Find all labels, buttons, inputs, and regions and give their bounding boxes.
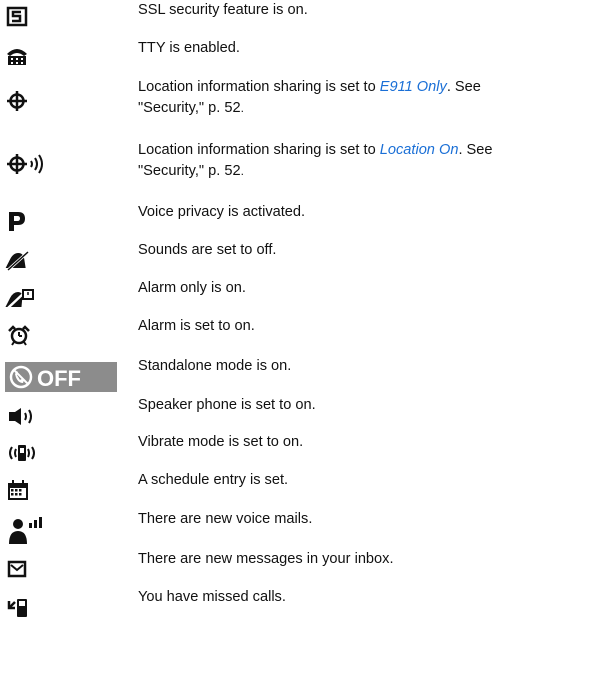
tty-description: TTY is enabled. [138,40,240,56]
speaker-phone-icon [5,405,49,437]
security-page-reference[interactable]: "Security," p. 52 [138,163,241,179]
location-on-link[interactable]: Location On [380,142,459,158]
ssl-description: SSL security feature is on. [138,2,308,18]
location-on-text-end: . [240,164,244,178]
ssl-icon [5,4,49,36]
alarm-on-description: Alarm is set to on. [138,318,255,334]
alarm-on-icon [5,325,49,357]
calendar-description: A schedule entry is set. [138,472,289,488]
voice-mail-icon [5,514,49,550]
speaker-description: Speaker phone is set to on. [138,397,316,413]
missed-calls-description: You have missed calls. [138,589,286,605]
location-on-text-pre: Location information sharing is set to [138,142,380,158]
location-e911-description: Location information sharing is set to E… [138,77,583,119]
calendar-icon [5,479,49,511]
location-e911-icon [5,89,49,121]
vibrate-description: Vibrate mode is set to on. [138,434,304,450]
vibrate-icon [5,442,49,474]
security-page-reference[interactable]: "Security," p. 52 [138,100,241,116]
standalone-description: Standalone mode is on. [138,358,292,374]
sounds-off-description: Sounds are set to off. [138,242,277,258]
missed-calls-icon [5,596,49,628]
message-description: There are new messages in your inbox. [138,551,394,567]
location-on-text-mid: . See [458,142,493,158]
standalone-off-icon: OFF [5,362,117,392]
location-e911-text-mid: . See [446,79,481,95]
tty-icon [5,44,49,76]
e911-only-link[interactable]: E911 Only [380,79,447,95]
voice-privacy-description: Voice privacy is activated. [138,204,306,220]
message-icon [5,558,49,590]
location-e911-text-pre: Location information sharing is set to [138,79,380,95]
location-on-icon [5,152,49,184]
voice-mail-description: There are new voice mails. [138,511,313,527]
sounds-off-icon [5,249,49,281]
location-on-description: Location information sharing is set to L… [138,140,583,182]
standalone-off-badge: OFF [37,366,81,391]
voice-privacy-icon [5,210,49,242]
location-e911-text-end: . [240,101,244,115]
alarm-only-icon [5,287,49,319]
alarm-only-description: Alarm only is on. [138,280,246,296]
icon-legend-page: { "entries": [ {"icon": "ssl-icon", "tex… [0,0,589,692]
